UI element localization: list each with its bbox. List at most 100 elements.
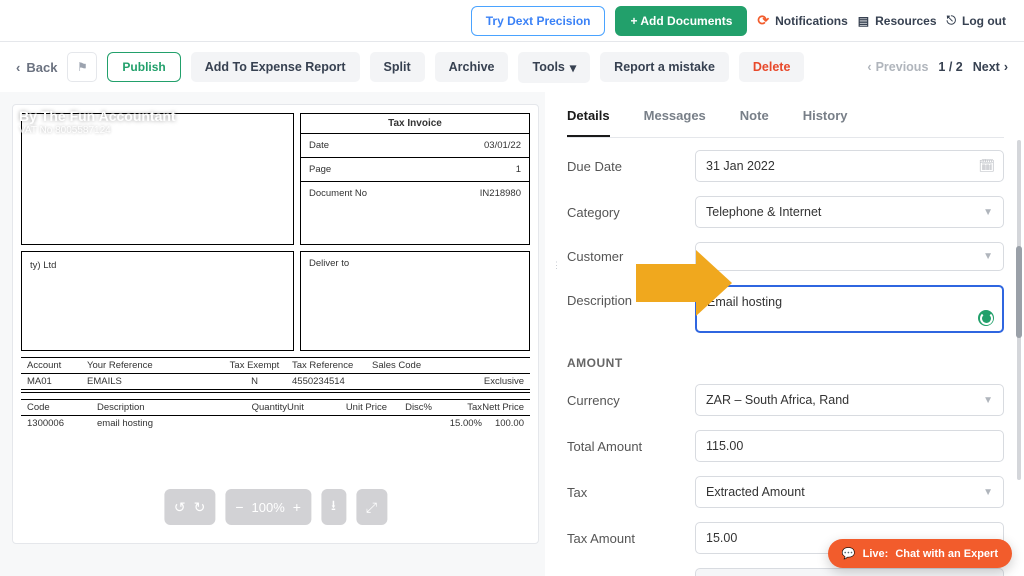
chat-label: Chat with an Expert	[895, 548, 998, 560]
val-yourref: EMAILS	[87, 376, 217, 387]
val-account: MA01	[27, 376, 87, 387]
caret-down-icon: ▼	[983, 207, 993, 218]
caret-down-icon: ▼	[983, 251, 993, 262]
document-preview[interactable]: By The Fun Accountant VAT No 8005587124 …	[12, 104, 539, 544]
caret-down-icon: ▼	[983, 487, 993, 498]
calendar-icon[interactable]: 🗓	[978, 158, 995, 174]
category-label: Category	[567, 205, 695, 220]
val-code: 1300006	[27, 418, 97, 429]
watermark-title: By The Fun Accountant	[19, 108, 176, 124]
total-amount-input[interactable]	[695, 430, 1004, 462]
bell-icon: ⟳	[757, 12, 769, 29]
tab-note[interactable]: Note	[740, 102, 769, 137]
col-taxref: Tax Reference	[292, 360, 372, 371]
col-nett: Nett Price	[482, 402, 524, 413]
back-button[interactable]: ‹ Back	[16, 60, 57, 75]
rotate-left-button[interactable]: ↺	[174, 499, 186, 516]
add-expense-button[interactable]: Add To Expense Report	[191, 52, 360, 82]
col-unitprice: Unit Price	[327, 402, 387, 413]
rotate-right-button[interactable]: ↻	[194, 499, 206, 516]
tab-messages[interactable]: Messages	[644, 102, 706, 137]
val-tax: 15.00%	[432, 418, 482, 429]
total-amount-label: Total Amount	[567, 439, 695, 454]
zoom-level: 100%	[252, 500, 285, 515]
due-date-input[interactable]	[695, 150, 1004, 182]
net-amount-input	[695, 568, 1004, 576]
currency-select[interactable]: ZAR – South Africa, Rand▼	[695, 384, 1004, 416]
invoice-docno-label: Document No	[309, 188, 480, 199]
col-unit: Unit	[287, 402, 327, 413]
col-desc: Description	[97, 402, 237, 413]
publish-button[interactable]: Publish	[107, 52, 180, 82]
invoice-title: Tax Invoice	[301, 114, 529, 134]
fullscreen-button[interactable]: ⤢	[366, 499, 377, 516]
resources-link[interactable]: ▤Resources	[858, 14, 937, 28]
fullscreen-group: ⤢	[356, 489, 387, 525]
caret-down-icon: ▼	[983, 395, 993, 406]
rotate-group: ↺ ↻	[164, 489, 215, 525]
archive-button[interactable]: Archive	[435, 52, 509, 82]
chevron-left-icon: ‹	[16, 60, 20, 75]
tax-label: Tax	[567, 485, 695, 500]
notifications-label: Notifications	[775, 14, 848, 28]
tax-amount-label: Tax Amount	[567, 531, 695, 546]
chat-prefix: Live:	[863, 548, 889, 560]
try-precision-button[interactable]: Try Dext Precision	[471, 6, 606, 36]
tools-button[interactable]: Tools▾	[518, 52, 590, 83]
invoice-date-label: Date	[309, 140, 484, 151]
val-taxref: 4550234514	[292, 376, 372, 387]
download-group: ⭳	[321, 489, 346, 525]
details-pane: Details Messages Note History Due Date 🗓…	[545, 92, 1024, 576]
val-nett: 100.00	[482, 418, 524, 429]
description-textarea[interactable]	[695, 285, 1004, 333]
previous-label: Previous	[876, 60, 929, 74]
tax-value: Extracted Amount	[706, 485, 805, 499]
logout-label: Log out	[962, 14, 1006, 28]
col-account: Account	[27, 360, 87, 371]
tab-history[interactable]: History	[803, 102, 848, 137]
val-exclusive: Exclusive	[442, 376, 524, 387]
back-label: Back	[26, 60, 57, 75]
tax-select[interactable]: Extracted Amount ▼	[695, 476, 1004, 508]
tab-details[interactable]: Details	[567, 102, 610, 137]
chat-widget[interactable]: 💬 Live: Chat with an Expert	[828, 539, 1012, 568]
invoice-line-table: Code Description Quantity Unit Unit Pric…	[21, 399, 530, 431]
category-select[interactable]: Telephone & Internet▼	[695, 196, 1004, 228]
download-button[interactable]: ⭳	[331, 495, 336, 519]
col-yourref: Your Reference	[87, 360, 217, 371]
val-desc: email hosting	[97, 418, 237, 429]
add-documents-button[interactable]: + Add Documents	[615, 6, 747, 36]
notifications-link[interactable]: ⟳ Notifications	[757, 12, 847, 29]
next-button[interactable]: Next›	[973, 60, 1008, 74]
amount-section-title: AMOUNT	[567, 356, 1004, 370]
zoom-out-button[interactable]: −	[235, 499, 243, 515]
report-mistake-button[interactable]: Report a mistake	[600, 52, 729, 82]
invoice-docno-value: IN218980	[480, 188, 521, 199]
description-label: Description	[567, 285, 695, 308]
customer-select[interactable]: ▼	[695, 242, 1004, 271]
col-code: Code	[27, 402, 97, 413]
previous-button[interactable]: ‹Previous	[867, 60, 928, 74]
val-taxexempt: N	[217, 376, 292, 387]
resources-icon: ▤	[858, 14, 869, 28]
col-salescode: Sales Code	[372, 360, 442, 371]
currency-label: Currency	[567, 393, 695, 408]
logout-link[interactable]: ⎋ Log out	[947, 13, 1006, 28]
page-indicator: 1 / 2	[938, 60, 962, 74]
delete-button[interactable]: Delete	[739, 52, 805, 82]
col-tax: Tax	[432, 402, 482, 413]
logout-icon: ⎋	[947, 13, 957, 28]
scrollbar-thumb[interactable]	[1016, 246, 1022, 338]
split-button[interactable]: Split	[370, 52, 425, 82]
flag-button[interactable]: ⚑	[67, 52, 97, 82]
zoom-in-button[interactable]: +	[293, 499, 301, 515]
invoice-deliver-label: Deliver to	[309, 258, 349, 269]
col-qty: Quantity	[237, 402, 287, 413]
col-taxexempt: Tax Exempt	[217, 360, 292, 371]
document-preview-pane: By The Fun Accountant VAT No 8005587124 …	[0, 92, 545, 576]
watermark-sub: VAT No 8005587124	[19, 125, 111, 136]
invoice-supplier-name: ty) Ltd	[30, 260, 56, 271]
top-bar: Try Dext Precision + Add Documents ⟳ Noti…	[0, 0, 1024, 42]
document-controls: ↺ ↻ − 100% + ⭳ ⤢	[164, 489, 387, 525]
caret-down-icon: ▾	[570, 60, 576, 75]
